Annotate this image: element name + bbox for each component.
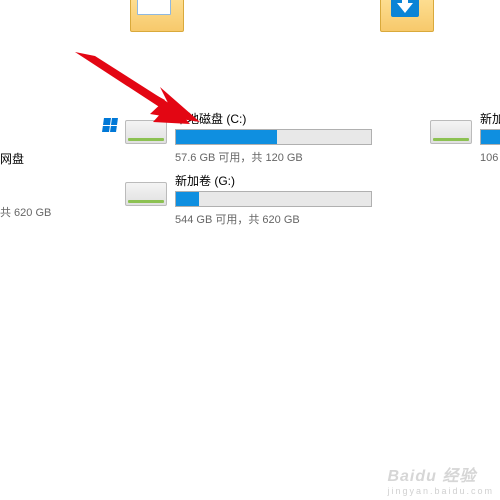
drive-usage-bar <box>175 129 372 145</box>
drive-usage-bar <box>175 191 372 207</box>
hard-drive-icon <box>125 174 165 206</box>
hard-drive-icon <box>125 112 165 144</box>
drive-item-g[interactable]: 新加卷 (G:) 544 GB 可用，共 620 GB <box>125 172 370 227</box>
drive-name: 本地磁盘 (C:) <box>175 110 370 127</box>
watermark-main: Baidu 经验 <box>387 468 476 485</box>
sidebar-item-netdisk[interactable]: 网盘 <box>0 150 24 167</box>
sidebar-size-text: 共 620 GB <box>0 204 51 220</box>
downloads-folder-icon[interactable] <box>380 0 434 32</box>
drive-name: 新加卷 (D:) <box>480 110 500 127</box>
drive-name: 新加卷 (G:) <box>175 172 370 189</box>
watermark-sub: jingyan.baidu.com <box>387 486 494 496</box>
drive-usage-bar <box>480 129 500 145</box>
documents-folder-icon[interactable] <box>130 0 184 32</box>
watermark: Baidu 经验 jingyan.baidu.com <box>387 462 494 496</box>
hard-drive-icon <box>430 112 470 144</box>
drive-subtitle: 57.6 GB 可用，共 120 GB <box>175 149 370 165</box>
windows-logo-icon <box>102 118 118 132</box>
drive-subtitle: 544 GB 可用，共 620 GB <box>175 211 370 227</box>
drive-subtitle: 106 GB 可用 <box>480 149 500 165</box>
drive-item-c[interactable]: 本地磁盘 (C:) 57.6 GB 可用，共 120 GB <box>125 110 370 165</box>
drive-item-d[interactable]: 新加卷 (D:) 106 GB 可用 <box>430 110 500 165</box>
